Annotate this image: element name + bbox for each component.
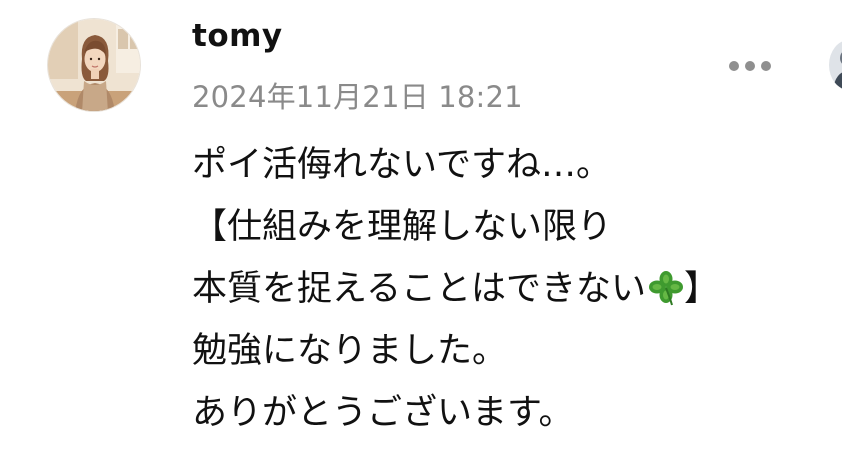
four-leaf-clover-icon [648,271,683,306]
comment-line: 【仕組みを理解しない限り [192,207,613,247]
more-options-button[interactable] [720,52,780,80]
comment-timestamp: 2024年11月21日 18:21 [192,80,523,114]
comment-line-text: 】 [683,269,719,309]
more-horizontal-icon [729,61,739,71]
comment-line-text: 本質を捉えることはできない [192,269,646,309]
comment-body: ポイ活侮れないですね…。 【仕組みを理解しない限り 本質を捉えることはできない … [192,134,832,444]
avatar-icon [829,40,842,90]
more-horizontal-icon [745,61,755,71]
comment-line: ポイ活侮れないですね…。 [192,145,611,185]
comment-author[interactable]: tomy [192,18,283,54]
more-horizontal-icon [761,61,771,71]
comment-line: 勉強になりました。 [192,331,508,371]
comment-line: 本質を捉えることはできない 】 [192,258,832,320]
comment-line: ありがとうございます。 [192,393,574,433]
next-comment-avatar[interactable] [829,40,842,90]
avatar-woman-illustration [48,19,140,111]
avatar[interactable] [47,18,141,112]
